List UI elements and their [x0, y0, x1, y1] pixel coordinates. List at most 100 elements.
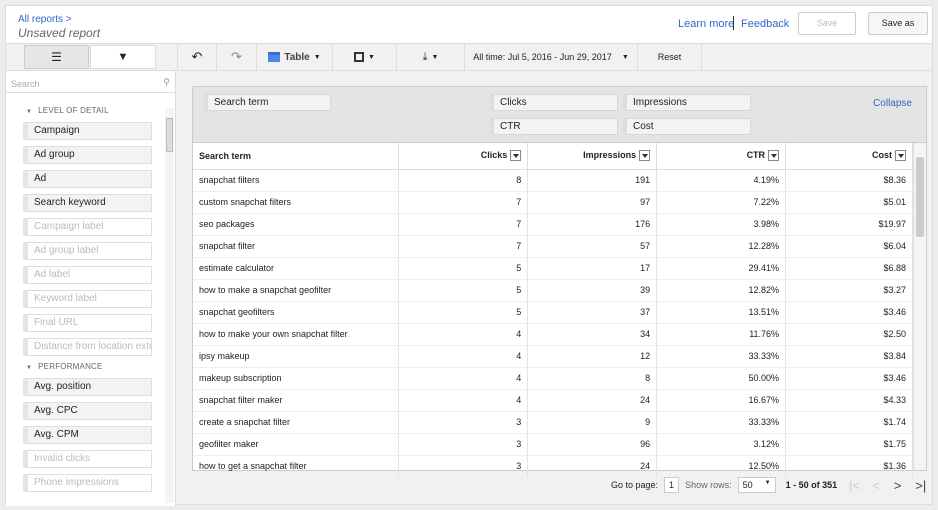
table-cell: geofilter maker: [193, 433, 400, 456]
section-header[interactable]: ▼ LEVEL OF DETAIL: [26, 106, 109, 115]
table-cell: 176: [527, 213, 658, 236]
scroll-thumb[interactable]: [166, 118, 173, 152]
table-cell: 5: [398, 301, 529, 324]
filters-tab[interactable]: ▼: [90, 45, 156, 69]
column-header-label: Impressions: [583, 150, 637, 161]
chevron-down-icon: ▼: [764, 480, 771, 486]
table-cell: 39: [527, 279, 658, 302]
table-row: snapchat filter maker 4 24 16.67% $4.33: [193, 389, 913, 412]
collapse-link[interactable]: Collapse: [873, 98, 912, 109]
table-cell: 3: [398, 433, 529, 456]
field-item[interactable]: Invalid clicks: [23, 450, 152, 468]
table-cell: ipsy makeup: [193, 345, 400, 368]
column-header[interactable]: Impressions: [527, 143, 658, 170]
field-item[interactable]: Ad: [23, 170, 152, 188]
table-cell: snapchat filter: [193, 235, 400, 258]
sort-dropdown-icon[interactable]: [768, 150, 780, 162]
table-cell: snapchat filter maker: [193, 389, 400, 412]
pivot-col-impressions[interactable]: Impressions: [623, 94, 751, 111]
redo-button[interactable]: ↷: [217, 44, 257, 70]
column-header-label: Search term: [199, 150, 252, 161]
column-header[interactable]: CTR: [656, 143, 787, 170]
field-item[interactable]: Avg. CPM: [23, 426, 152, 444]
download-icon: ⤓: [422, 50, 428, 63]
breadcrumb-all-reports[interactable]: All reports >: [18, 14, 72, 25]
page-title: Unsaved report: [18, 26, 101, 40]
pivot-col-cost[interactable]: Cost: [623, 118, 751, 135]
next-page-icon[interactable]: >: [894, 478, 902, 493]
view-dropdown[interactable]: Table ▼: [257, 44, 333, 70]
column-header[interactable]: Search term: [193, 143, 400, 170]
chart-type-dropdown[interactable]: ▼: [333, 44, 397, 70]
last-page-icon[interactable]: >|: [915, 478, 926, 493]
search-icon: ⚲: [163, 77, 170, 87]
field-item[interactable]: Avg. position: [23, 378, 152, 396]
fields-tab[interactable]: ☰: [24, 45, 89, 69]
table-row: how to get a snapchat filter 3 24 12.50% $1.…: [193, 455, 913, 478]
pivot-row-search-term[interactable]: Search term: [204, 94, 331, 111]
field-item[interactable]: Search keyword: [23, 194, 152, 212]
sort-dropdown-icon[interactable]: [895, 150, 906, 162]
table-cell: $4.33: [785, 389, 913, 412]
scroll-thumb[interactable]: [916, 157, 924, 237]
table-cell: how to make your own snapchat filter: [193, 323, 400, 346]
filter-icon: ▼: [117, 51, 129, 63]
table-cell: $1.74: [785, 411, 913, 434]
sort-dropdown-icon[interactable]: [639, 150, 651, 162]
table-row: makeup subscription 4 8 50.00% $3.46: [193, 367, 913, 390]
date-range-dropdown[interactable]: All time: Jul 5, 2016 - Jun 29, 2017 ▼: [465, 44, 638, 70]
report-editor: All reports > Unsaved report Learn more …: [5, 5, 933, 506]
table-cell: 4: [398, 367, 529, 390]
table-cell: estimate calculator: [193, 257, 400, 280]
table-cell: $3.27: [785, 279, 913, 302]
field-item[interactable]: Ad label: [23, 266, 152, 284]
table-cell: 8: [527, 367, 658, 390]
field-item[interactable]: Final URL: [23, 314, 152, 332]
table-cell: $19.97: [785, 213, 913, 236]
table-cell: 11.76%: [656, 323, 787, 346]
pivot-col-ctr[interactable]: CTR: [490, 118, 618, 135]
field-item[interactable]: Ad group label: [23, 242, 152, 260]
rows-select[interactable]: 50 ▼: [737, 477, 776, 493]
table-row: seo packages 7 176 3.98% $19.97: [193, 213, 913, 236]
undo-button[interactable]: ↶: [177, 44, 217, 70]
page-input[interactable]: 1: [664, 477, 680, 493]
field-item[interactable]: Campaign label: [23, 218, 152, 236]
table-scrollbar[interactable]: [913, 143, 926, 470]
date-range-label: All time: Jul 5, 2016 - Jun 29, 2017: [473, 52, 612, 62]
divider: [733, 16, 734, 30]
field-item[interactable]: Distance from location exte: [23, 338, 152, 356]
first-page-icon[interactable]: |<: [849, 478, 860, 493]
field-search-input[interactable]: Search ⚲: [6, 73, 176, 93]
column-header[interactable]: Clicks: [398, 143, 529, 170]
field-item[interactable]: Phone impressions: [23, 474, 152, 492]
reset-button[interactable]: Reset: [638, 44, 702, 70]
save-button[interactable]: Save: [798, 12, 856, 35]
download-dropdown[interactable]: ⤓ ▼: [397, 44, 465, 70]
sort-dropdown-icon[interactable]: [510, 150, 522, 162]
learn-more-link[interactable]: Learn more: [678, 18, 734, 30]
pivot-col-clicks[interactable]: Clicks: [490, 94, 618, 111]
table-cell: $6.88: [785, 257, 913, 280]
table-cell: 37: [527, 301, 658, 324]
field-item[interactable]: Avg. CPC: [23, 402, 152, 420]
caret-down-icon: ▼: [26, 109, 33, 115]
section-header[interactable]: ▼ PERFORMANCE: [26, 362, 103, 371]
table-cell: 12.82%: [656, 279, 787, 302]
table-cell: how to get a snapchat filter: [193, 455, 400, 478]
table-row: snapchat filters 8 191 4.19% $8.36: [193, 169, 913, 192]
table-row: geofilter maker 3 96 3.12% $1.75: [193, 433, 913, 456]
column-header[interactable]: Cost: [785, 143, 913, 170]
section-title: PERFORMANCE: [38, 362, 103, 371]
feedback-link[interactable]: Feedback: [741, 18, 789, 30]
page-range: 1 - 50 of 351: [785, 480, 838, 490]
column-header-label: CTR: [746, 150, 766, 161]
save-as-button[interactable]: Save as: [868, 12, 928, 35]
field-item[interactable]: Keyword label: [23, 290, 152, 308]
table-cell: 4: [398, 323, 529, 346]
table-cell: 17: [527, 257, 658, 280]
prev-page-icon[interactable]: <: [872, 478, 880, 493]
field-item[interactable]: Ad group: [23, 146, 152, 164]
field-item[interactable]: Campaign: [23, 122, 152, 140]
fields-scrollbar[interactable]: [165, 108, 174, 503]
